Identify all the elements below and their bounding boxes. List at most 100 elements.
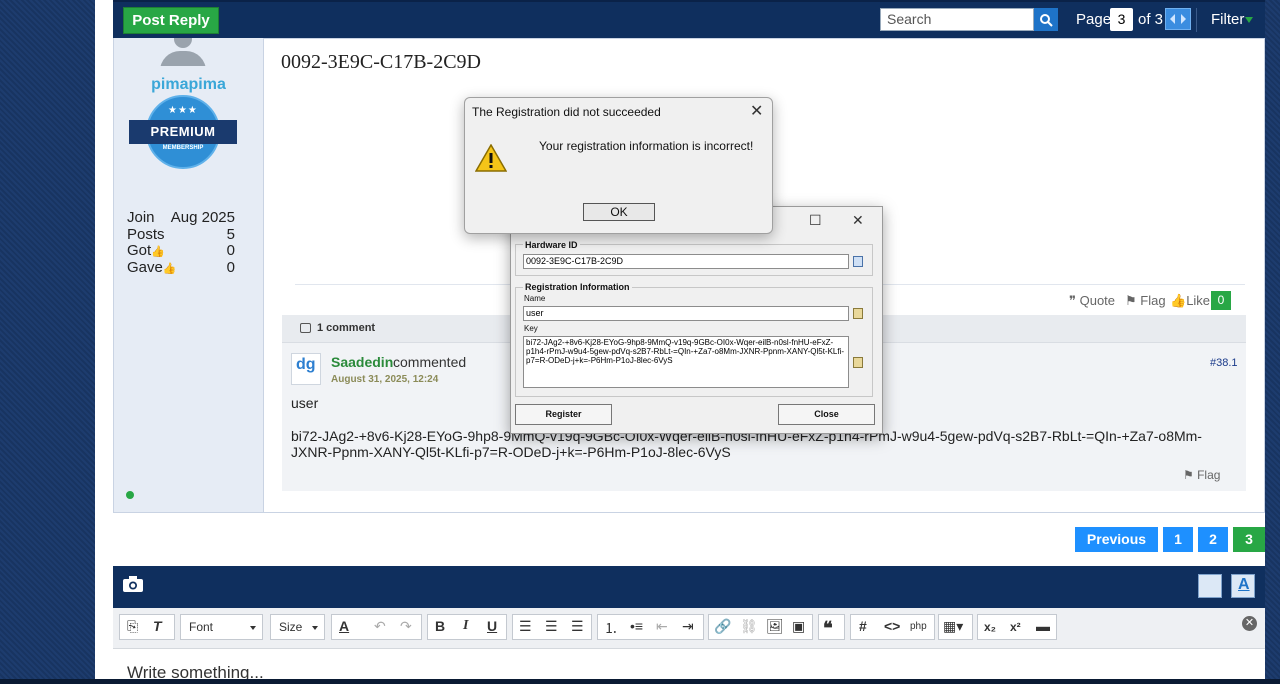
paste-icon[interactable] [853, 308, 863, 319]
dialog-message: Your registration information is incorre… [539, 139, 754, 153]
online-status-dot [126, 491, 134, 499]
php-icon[interactable]: php [910, 621, 927, 632]
comment-author-link[interactable]: Saadedin [331, 354, 393, 370]
dialog-close-icon[interactable]: ✕ [750, 101, 763, 121]
warning-icon [475, 144, 507, 172]
badge-title: PREMIUM [129, 120, 237, 144]
bold-icon[interactable]: B [435, 618, 445, 634]
align-left-icon[interactable]: ☰ [519, 618, 532, 635]
thumbs-up-icon: 👍 [1170, 293, 1187, 308]
indent-icon[interactable]: ⇥ [682, 618, 694, 635]
dialog-title: The Registration did not succeeded [472, 105, 661, 119]
size-select[interactable]: Size [270, 614, 325, 640]
filter-button[interactable]: Filter [1211, 11, 1244, 28]
thumbs-up-icon: 👍 [151, 246, 165, 258]
background-pattern-left [0, 0, 95, 684]
blockquote-icon[interactable]: ❝ [823, 618, 833, 639]
page-1-button[interactable]: 1 [1163, 527, 1193, 552]
username-link[interactable]: pimapima [114, 76, 263, 94]
image-icon[interactable]: 🖼 [766, 618, 784, 635]
hardware-id-legend: Hardware ID [523, 240, 580, 250]
taskbar-edge [0, 679, 1280, 684]
arrow-right-icon [1181, 14, 1186, 24]
page-total: of 3 [1138, 11, 1164, 28]
flag-icon: ⚑ [1125, 293, 1141, 308]
camera-icon[interactable] [122, 575, 144, 593]
comment-verb: commented [393, 354, 467, 370]
underline-icon[interactable]: U [487, 618, 497, 634]
comment-permalink[interactable]: #38.1 [1210, 357, 1238, 369]
text-format-icon[interactable]: A [1231, 574, 1255, 598]
italic-icon[interactable]: I [463, 618, 468, 634]
page-number-input[interactable]: 3 [1110, 8, 1133, 31]
editor-header-bar [113, 566, 1265, 608]
attach-icon[interactable] [1198, 574, 1222, 598]
page-2-button[interactable]: 2 [1198, 527, 1228, 552]
media-icon[interactable]: ▣ [792, 618, 805, 635]
thumbs-up-icon: 👍 [162, 263, 177, 275]
search-input[interactable]: Search [880, 8, 1034, 31]
hashtag-icon[interactable]: # [859, 618, 867, 634]
undo-icon[interactable]: ↶ [374, 618, 386, 635]
redo-icon[interactable]: ↷ [400, 618, 412, 635]
close-icon[interactable]: ✕ [852, 212, 864, 229]
page-3-button[interactable]: 3 [1233, 527, 1265, 552]
search-button[interactable] [1034, 8, 1058, 31]
superscript-icon[interactable]: x² [1010, 620, 1021, 634]
font-select[interactable]: Font [180, 614, 263, 640]
page-go-button[interactable] [1165, 8, 1191, 30]
horizontal-rule-icon[interactable]: ▬ [1036, 618, 1050, 634]
ok-button[interactable]: OK [583, 203, 655, 221]
stars-icon: ★★★ [168, 105, 198, 116]
register-button[interactable]: Register [515, 404, 612, 425]
arrow-left-icon [1170, 14, 1175, 24]
post-body-text: 0092-3E9C-C17B-2C9D [281, 51, 481, 73]
previous-page-button[interactable]: Previous [1075, 527, 1158, 552]
avatar[interactable] [152, 38, 212, 66]
stat-posts-label: Posts [127, 226, 165, 243]
stat-got-label: Got👍 [127, 242, 165, 259]
background-pattern-right [1265, 0, 1280, 684]
unlink-icon[interactable]: ⛓ [740, 618, 758, 635]
like-button[interactable]: 👍Like [1170, 293, 1210, 309]
flag-button[interactable]: ⚑ Flag [1125, 293, 1166, 309]
table-icon[interactable]: ▦▾ [943, 618, 963, 635]
outdent-icon[interactable]: ⇤ [656, 618, 668, 635]
name-field[interactable]: user [523, 306, 849, 321]
maximize-icon[interactable]: ☐ [809, 212, 822, 229]
stat-join-value: Aug 2025 [170, 209, 235, 226]
copy-icon[interactable] [853, 256, 863, 267]
text-color-icon[interactable]: A [339, 618, 349, 634]
comment-flag-button[interactable]: ⚑ Flag [1183, 468, 1220, 482]
paste-icon[interactable] [853, 357, 863, 368]
commenter-avatar[interactable]: dg [291, 353, 321, 385]
stat-got-value: 0 [226, 242, 235, 259]
key-label: Key [524, 324, 538, 333]
code-icon[interactable]: <> [884, 618, 900, 634]
search-icon [1040, 14, 1053, 27]
close-button[interactable]: Close [778, 404, 875, 425]
name-label: Name [524, 294, 546, 303]
flag-icon: ⚑ [1183, 468, 1198, 482]
unordered-list-icon[interactable]: •≡ [630, 618, 643, 634]
subscript-icon[interactable]: x₂ [984, 620, 996, 634]
quote-button[interactable]: ❞ Quote [1069, 293, 1115, 309]
source-icon[interactable]: ⎘ [127, 618, 138, 635]
hardware-id-field[interactable]: 0092-3E9C-C17B-2C9D [523, 254, 849, 269]
key-field[interactable]: bi72-JAg2-+8v6-Kj28-EYoG-9hp8-9MmQ-v19q-… [523, 336, 849, 388]
comment-count[interactable]: 1 comment [317, 322, 375, 334]
stat-posts-value: 5 [226, 226, 235, 243]
like-count-badge: 0 [1211, 291, 1231, 310]
badge-subtitle: MEMBERSHIP [162, 145, 204, 151]
clear-format-icon[interactable]: T [153, 618, 162, 634]
ordered-list-icon[interactable]: ⒈ [604, 618, 618, 638]
comment-icon [300, 323, 311, 333]
align-center-icon[interactable]: ☰ [545, 618, 558, 635]
post-reply-button[interactable]: Post Reply [123, 7, 219, 34]
quote-icon: ❞ [1069, 293, 1080, 308]
stat-gave-value: 0 [226, 259, 235, 276]
close-editor-icon[interactable]: ✕ [1242, 616, 1257, 631]
align-right-icon[interactable]: ☰ [571, 618, 584, 635]
link-icon[interactable]: 🔗 [714, 618, 731, 635]
page-label: Page [1076, 11, 1112, 28]
